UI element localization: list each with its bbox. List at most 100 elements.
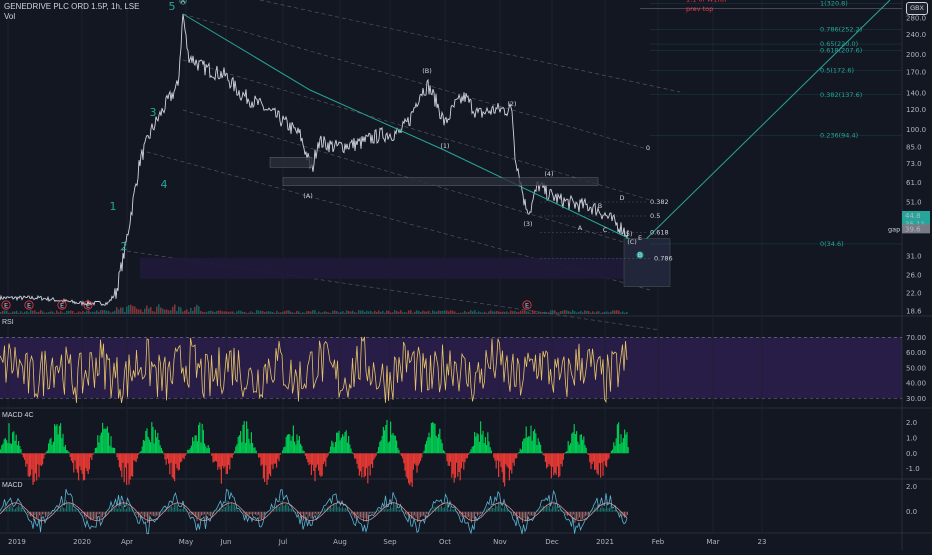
fib-level-label: 0.382 [650, 198, 669, 206]
macd4c-bar [434, 424, 435, 454]
macd4c-bar [134, 453, 135, 461]
macd-pane-title: MACD [2, 482, 23, 489]
macd4c-bar [606, 453, 607, 467]
macd4c-bar [61, 438, 62, 453]
volume-bar [108, 311, 110, 314]
macd4c-bar [580, 435, 581, 453]
macd-histogram-bar [507, 510, 508, 512]
macd4c-bar [584, 445, 585, 453]
volume-bar [548, 312, 550, 314]
volume-bar [504, 312, 506, 314]
support-zone [283, 178, 598, 186]
macd4c-bar [211, 453, 212, 456]
macd-histogram-bar [494, 508, 495, 512]
macd4c-bar [539, 442, 540, 453]
volume-bar [138, 310, 140, 314]
volume-bar [354, 312, 356, 314]
macd4c-bar [481, 435, 482, 454]
macd-histogram-bar [323, 511, 324, 512]
macd4c-bar [588, 453, 589, 455]
volume-bar [336, 311, 338, 314]
macd4c-bar [22, 453, 23, 454]
macd-histogram-bar [174, 504, 175, 512]
volume-bar [330, 313, 332, 314]
volume-bar [594, 313, 596, 314]
macd-histogram-bar [135, 512, 136, 514]
volume-bar [622, 311, 624, 314]
volume-bar [328, 312, 330, 314]
volume-bar [486, 313, 488, 314]
macd4c-bar [427, 437, 428, 453]
macd4c-bar [154, 443, 155, 453]
macd4c-bar [516, 453, 517, 458]
macd4c-bar [88, 453, 89, 474]
macd4c-bar [241, 442, 242, 453]
chart-stage[interactable]: 20192020AprMayJunJulAugSepOctNovDec2021F… [0, 0, 932, 550]
volume-bar [74, 313, 76, 314]
volume-bar [166, 310, 168, 314]
macd4c-bar [55, 426, 56, 453]
macd-histogram-bar [177, 506, 178, 512]
macd4c-bar [466, 453, 467, 458]
currency-badge[interactable]: GBX [906, 2, 928, 15]
macd4c-bar [480, 421, 481, 453]
volume-bar [620, 312, 622, 314]
macd4c-bar [178, 453, 179, 470]
macd-histogram-bar [74, 509, 75, 512]
volume-bar [176, 311, 178, 314]
macd-histogram-bar [584, 512, 585, 518]
macd4c-bar [372, 453, 373, 468]
macd4c-bar [378, 447, 379, 453]
macd4c-bar [124, 453, 125, 482]
wave-label: (3) [523, 220, 532, 228]
macd4c-bar [520, 449, 521, 454]
macd4c-bar [581, 434, 582, 453]
macd4c-bar [382, 436, 383, 453]
macd4c-bar [230, 453, 231, 457]
macd4c-bar [298, 440, 299, 453]
macd4c-bar [78, 453, 79, 480]
macd4c-bar [517, 453, 518, 454]
chart-svg[interactable]: 20192020AprMayJunJulAugSepOctNovDec2021F… [0, 0, 932, 550]
macd-histogram-bar [396, 505, 397, 511]
macd4c-bar [97, 435, 98, 453]
volume-bar [0, 312, 2, 314]
volume-bar [90, 312, 92, 314]
volume-bar [140, 309, 142, 314]
volume-bar [358, 310, 360, 314]
macd-histogram-bar [450, 507, 451, 512]
volume-bar [194, 307, 196, 314]
macd-histogram-bar [533, 512, 534, 516]
fib-level-label: 0.618(207.6) [820, 46, 862, 54]
volume-bar [98, 312, 100, 314]
macd4c-bar [191, 446, 192, 454]
macd4c-bar [125, 453, 126, 467]
volume-bar [588, 311, 590, 314]
macd4c-bar [329, 452, 330, 454]
macd-histogram-bar [288, 506, 289, 512]
volume-bar [192, 311, 194, 314]
macd-histogram-bar [48, 512, 49, 514]
macd4c-bar [30, 453, 31, 475]
macd4c-bar [319, 453, 320, 475]
volume-bar [440, 311, 442, 314]
volume-bar [188, 312, 190, 314]
volume-bar [384, 313, 386, 314]
macd4c-bar [470, 449, 471, 453]
macd4c-bar [336, 433, 337, 454]
volume-bar [54, 313, 56, 314]
macd4c-bar [408, 453, 409, 483]
macd4c-bar [598, 453, 599, 475]
macd-histogram-bar [500, 503, 501, 512]
macd4c-bar [432, 422, 433, 453]
macd4c-bar [259, 453, 260, 457]
macd4c-bar [173, 453, 174, 478]
macd4c-bar [623, 438, 624, 453]
macd4c-bar [497, 453, 498, 460]
wave-label: (2) [507, 100, 516, 108]
macd-histogram-bar [230, 505, 231, 511]
x-tick-label: Oct [439, 538, 451, 546]
macd-histogram-bar [342, 506, 343, 511]
macd4c-bar [1, 445, 2, 453]
macd4c-bar [452, 453, 453, 474]
